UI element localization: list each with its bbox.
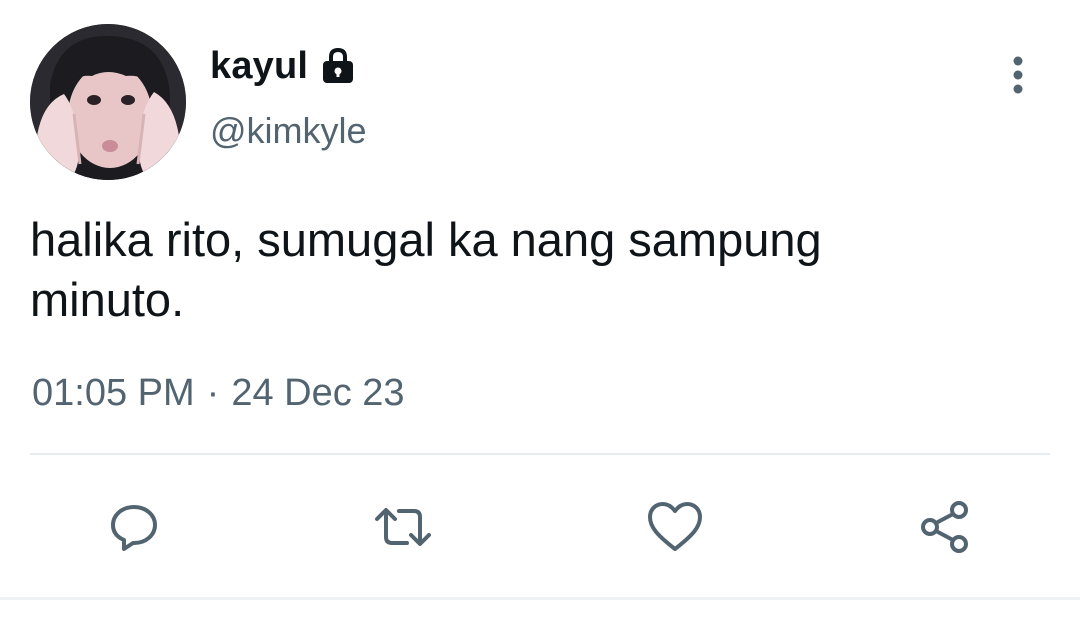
reply-button[interactable] <box>102 495 166 559</box>
meta-separator: · <box>206 372 220 414</box>
lock-icon <box>318 46 358 86</box>
action-bar <box>0 495 1080 559</box>
divider <box>30 453 1050 455</box>
author-name-row: kayul <box>210 40 358 92</box>
more-vertical-icon <box>1013 56 1023 94</box>
heart-icon <box>648 502 702 551</box>
like-button[interactable] <box>643 495 707 559</box>
tweet-text: halika rito, sumugal ka nang sampung min… <box>30 213 822 326</box>
tweet-time: 01:05 PM <box>32 372 195 414</box>
reply-icon <box>111 505 157 551</box>
share-icon <box>921 501 968 553</box>
bottom-divider <box>0 597 1080 600</box>
tweet-timestamp[interactable]: 01:05 PM · 24 Dec 23 <box>32 372 405 415</box>
tweet-detail: kayul @kimkyle halika rito, sumugal ka n… <box>0 0 1080 618</box>
retweet-icon <box>375 508 431 546</box>
more-options-button[interactable] <box>998 50 1038 100</box>
retweet-button[interactable] <box>371 495 435 559</box>
display-name[interactable]: kayul <box>210 45 308 88</box>
tweet-date: 24 Dec 23 <box>231 372 405 414</box>
share-button[interactable] <box>913 495 977 559</box>
username-handle[interactable]: @kimkyle <box>210 110 367 152</box>
avatar[interactable] <box>30 24 186 180</box>
